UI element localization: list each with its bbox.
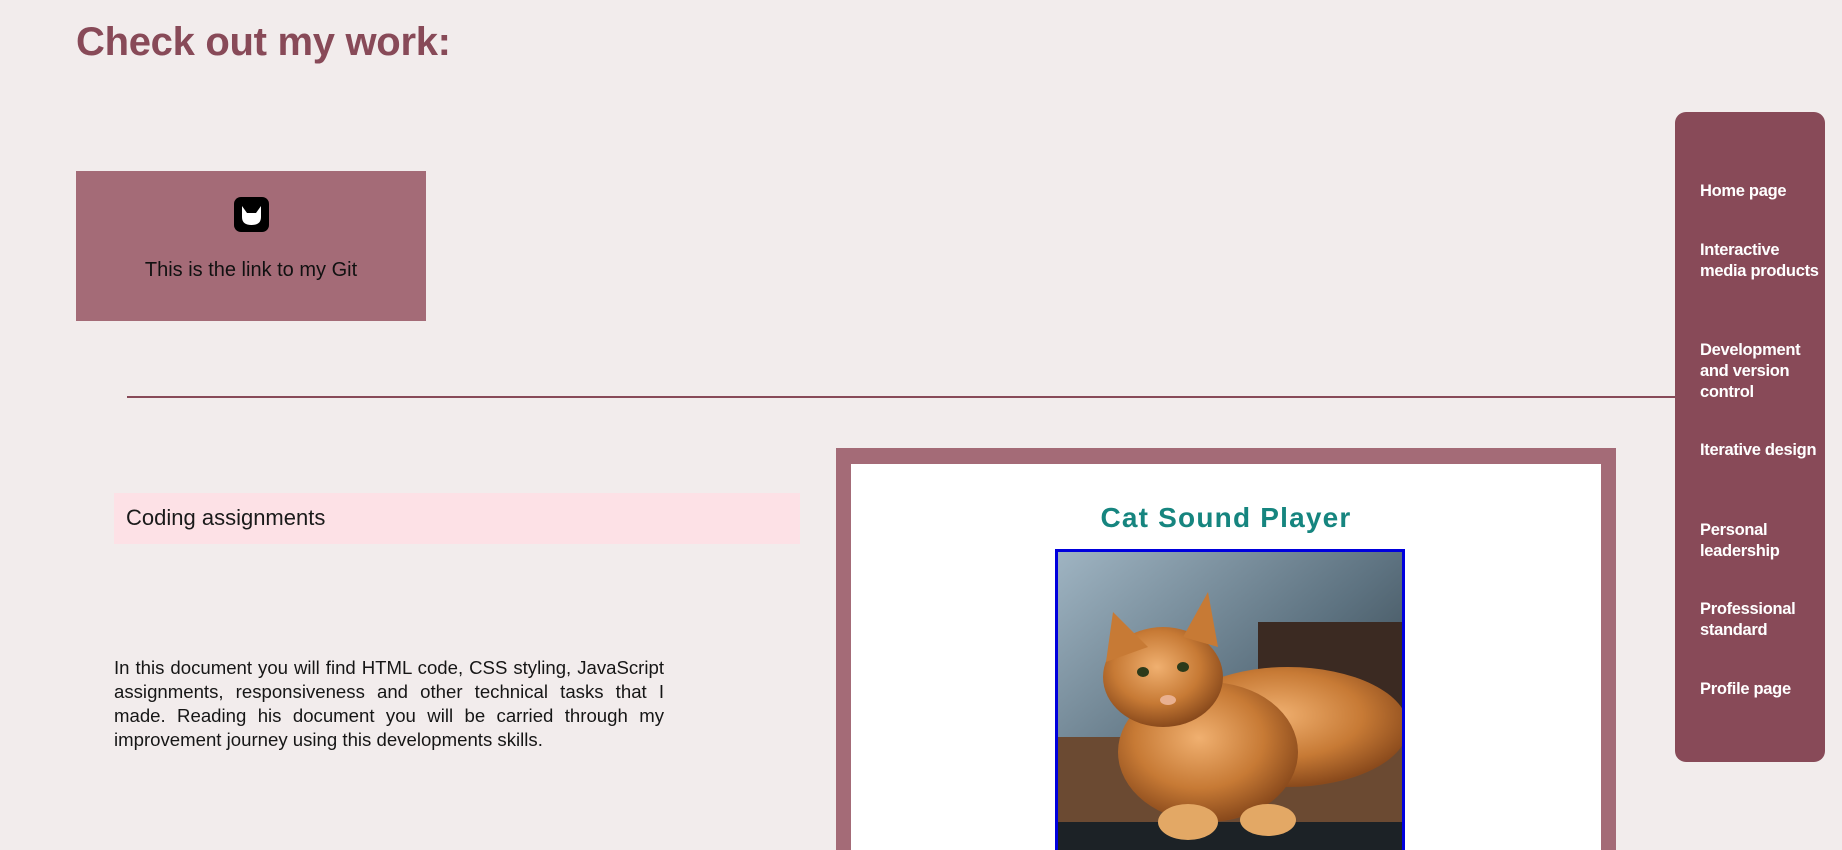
gitlab-icon[interactable]: [234, 197, 269, 232]
git-link-text[interactable]: This is the link to my Git: [76, 259, 426, 282]
coding-assignments-header: Coding assignments: [114, 493, 800, 544]
cat-photo[interactable]: [1055, 549, 1405, 850]
section-title: Coding assignments: [126, 505, 326, 530]
project-preview-frame[interactable]: Cat Sound Player: [836, 448, 1616, 850]
nav-item-iterative-design[interactable]: Iterative design: [1700, 440, 1825, 461]
section-description: In this document you will find HTML code…: [114, 657, 664, 750]
preview-title: Cat Sound Player: [1100, 502, 1352, 533]
nav-item-personal-leadership[interactable]: Personal leadership: [1700, 520, 1825, 562]
nav-item-development-and-version-control[interactable]: Development and version control: [1700, 340, 1825, 403]
nav-item-interactive-media-products[interactable]: Interactive media products: [1700, 240, 1825, 282]
project-preview: Cat Sound Player: [851, 464, 1601, 850]
portfolio-page: Check out my work: This is the link to m…: [0, 0, 1842, 850]
page-heading: Check out my work:: [76, 20, 451, 64]
cat-illustration: [1058, 552, 1402, 850]
git-link-card[interactable]: [76, 171, 426, 321]
nav-item-professional-standard[interactable]: Professional standard: [1700, 599, 1825, 641]
sidebar-nav: Home page Interactive media products Dev…: [1675, 112, 1825, 762]
nav-item-home-page[interactable]: Home page: [1700, 181, 1825, 202]
section-divider: [127, 396, 1678, 398]
nav-item-profile-page[interactable]: Profile page: [1700, 679, 1825, 700]
